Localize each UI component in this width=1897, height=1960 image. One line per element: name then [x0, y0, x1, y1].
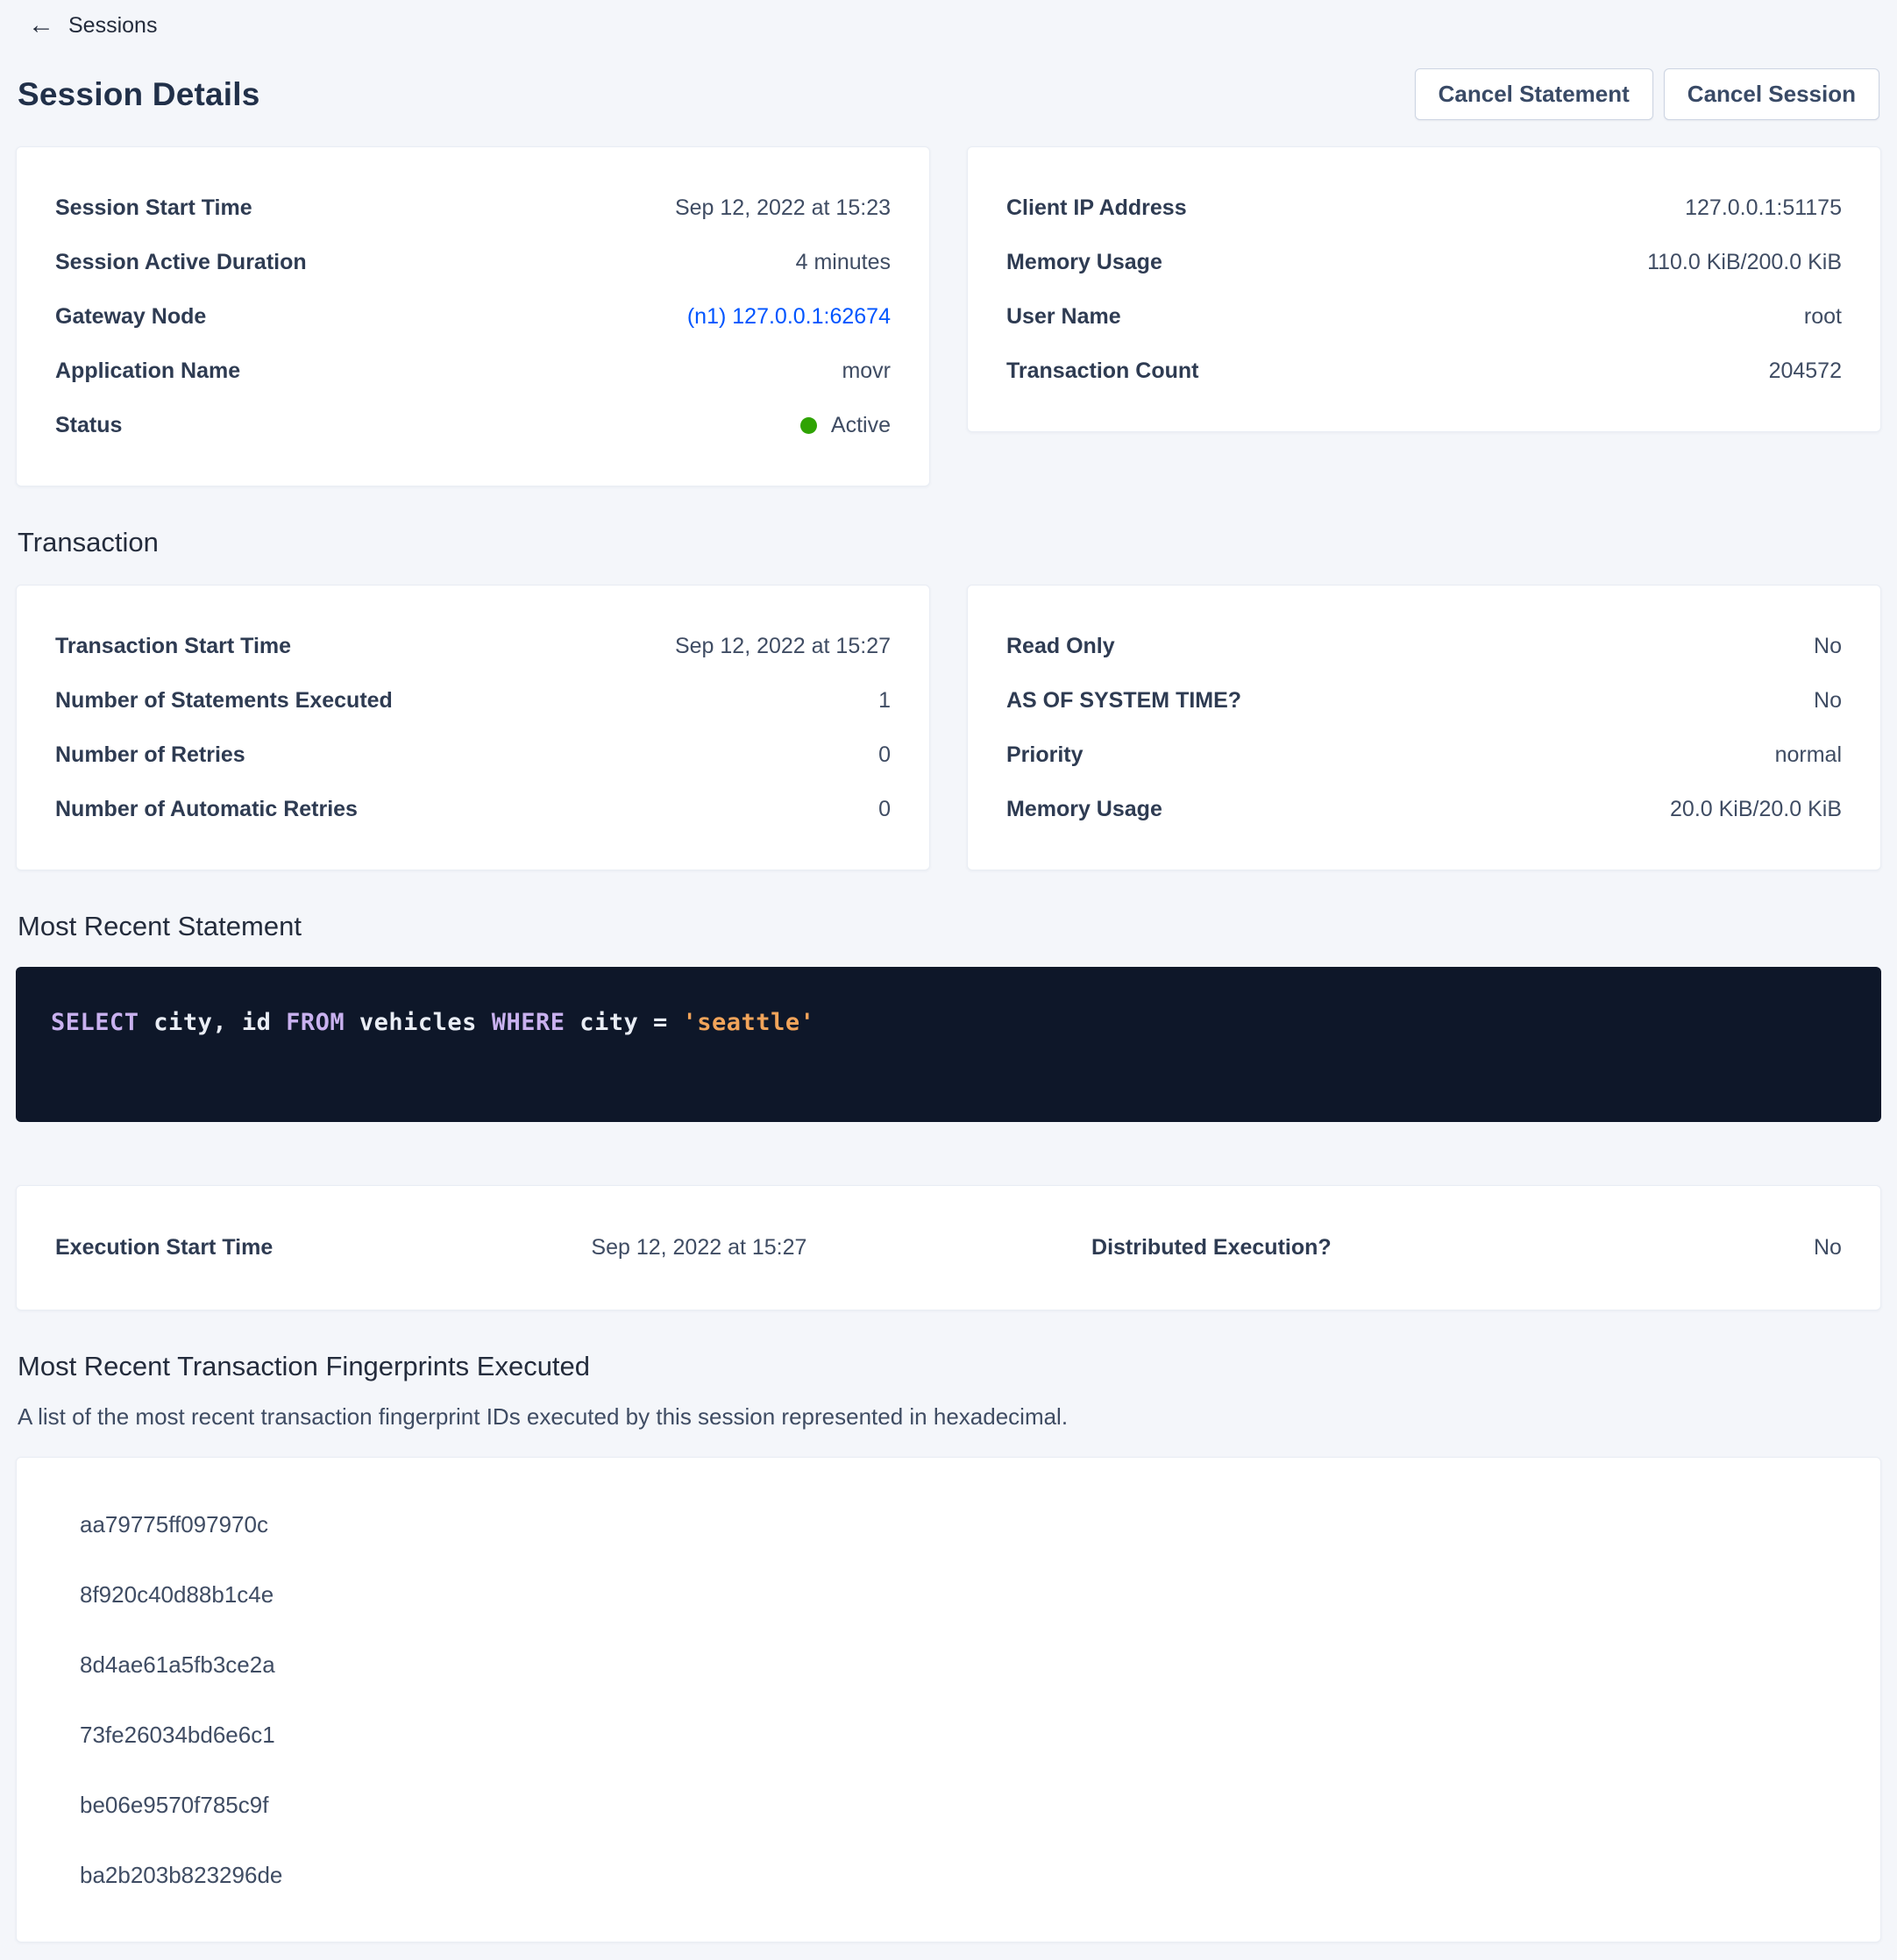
header-actions: Cancel Statement Cancel Session: [1415, 68, 1879, 120]
transaction-count-label: Transaction Count: [1006, 359, 1198, 384]
sql-keyword: SELECT: [51, 1009, 139, 1036]
session-summary-card-left: Session Start Time Sep 12, 2022 at 15:23…: [16, 146, 930, 486]
session-start-time-label: Session Start Time: [55, 195, 252, 221]
session-active-duration-label: Session Active Duration: [55, 250, 307, 275]
transaction-start-time-row: Transaction Start Time Sep 12, 2022 at 1…: [55, 619, 891, 673]
automatic-retries-label: Number of Automatic Retries: [55, 797, 358, 822]
client-ip-row: Client IP Address 127.0.0.1:51175: [1006, 181, 1842, 235]
sql-text: city =: [565, 1009, 682, 1036]
transaction-section-heading: Transaction: [16, 527, 1881, 558]
transaction-card-left: Transaction Start Time Sep 12, 2022 at 1…: [16, 585, 930, 870]
fingerprint-item: 8d4ae61a5fb3ce2a: [55, 1630, 1842, 1700]
user-name-label: User Name: [1006, 304, 1121, 330]
as-of-system-time-value: No: [1814, 688, 1842, 714]
session-summary-card-right: Client IP Address 127.0.0.1:51175 Memory…: [967, 146, 1881, 432]
transaction-cards: Transaction Start Time Sep 12, 2022 at 1…: [16, 585, 1881, 870]
status-value: Active: [800, 413, 891, 438]
as-of-system-time-label: AS OF SYSTEM TIME?: [1006, 688, 1241, 714]
statements-executed-row: Number of Statements Executed 1: [55, 673, 891, 728]
client-ip-label: Client IP Address: [1006, 195, 1187, 221]
execution-start-time-value: Sep 12, 2022 at 15:27: [591, 1235, 1091, 1261]
page-header: Session Details Cancel Statement Cancel …: [16, 68, 1881, 120]
back-arrow-icon[interactable]: ←: [28, 12, 54, 39]
distributed-execution-label: Distributed Execution?: [1091, 1235, 1520, 1261]
session-start-time-row: Session Start Time Sep 12, 2022 at 15:23: [55, 181, 891, 235]
statements-executed-label: Number of Statements Executed: [55, 688, 393, 714]
distributed-execution-value: No: [1520, 1235, 1842, 1261]
transaction-start-time-value: Sep 12, 2022 at 15:27: [675, 634, 891, 659]
fingerprint-item: 73fe26034bd6e6c1: [55, 1700, 1842, 1770]
gateway-node-link[interactable]: (n1) 127.0.0.1:62674: [687, 304, 891, 330]
txn-memory-usage-row: Memory Usage 20.0 KiB/20.0 KiB: [1006, 782, 1842, 836]
application-name-label: Application Name: [55, 359, 240, 384]
sql-statement-box: SELECT city, id FROM vehicles WHERE city…: [16, 967, 1881, 1122]
cancel-session-button[interactable]: Cancel Session: [1664, 68, 1879, 120]
as-of-system-time-row: AS OF SYSTEM TIME? No: [1006, 673, 1842, 728]
execution-start-time-label: Execution Start Time: [55, 1235, 591, 1261]
priority-value: normal: [1775, 742, 1842, 768]
txn-memory-usage-value: 20.0 KiB/20.0 KiB: [1670, 797, 1842, 822]
breadcrumb: ← Sessions: [16, 7, 1881, 44]
breadcrumb-sessions-link[interactable]: Sessions: [68, 13, 157, 39]
transaction-start-time-label: Transaction Start Time: [55, 634, 291, 659]
sql-keyword: WHERE: [492, 1009, 565, 1036]
status-row: Status Active: [55, 398, 891, 452]
read-only-value: No: [1814, 634, 1842, 659]
fingerprint-item: 8f920c40d88b1c4e: [55, 1559, 1842, 1630]
memory-usage-label: Memory Usage: [1006, 250, 1162, 275]
fingerprints-section-heading: Most Recent Transaction Fingerprints Exe…: [16, 1351, 1881, 1382]
fingerprints-section-description: A list of the most recent transaction fi…: [16, 1403, 1881, 1431]
fingerprint-item: ba2b203b823296de: [55, 1840, 1842, 1910]
number-of-retries-value: 0: [878, 742, 891, 768]
user-name-row: User Name root: [1006, 289, 1842, 344]
fingerprint-item: aa79775ff097970c: [55, 1489, 1842, 1559]
gateway-node-row: Gateway Node (n1) 127.0.0.1:62674: [55, 289, 891, 344]
page-title: Session Details: [18, 76, 260, 113]
session-active-duration-row: Session Active Duration 4 minutes: [55, 235, 891, 289]
txn-memory-usage-label: Memory Usage: [1006, 797, 1162, 822]
session-active-duration-value: 4 minutes: [796, 250, 891, 275]
execution-card: Execution Start Time Sep 12, 2022 at 15:…: [16, 1185, 1881, 1310]
priority-label: Priority: [1006, 742, 1083, 768]
automatic-retries-row: Number of Automatic Retries 0: [55, 782, 891, 836]
number-of-retries-label: Number of Retries: [55, 742, 245, 768]
application-name-value: movr: [842, 359, 891, 384]
client-ip-value: 127.0.0.1:51175: [1685, 195, 1842, 221]
status-active-dot-icon: [800, 417, 817, 434]
status-label: Status: [55, 413, 122, 438]
session-summary-cards: Session Start Time Sep 12, 2022 at 15:23…: [16, 146, 1881, 486]
fingerprints-card: aa79775ff097970c 8f920c40d88b1c4e 8d4ae6…: [16, 1457, 1881, 1942]
automatic-retries-value: 0: [878, 797, 891, 822]
statements-executed-value: 1: [878, 688, 891, 714]
session-start-time-value: Sep 12, 2022 at 15:23: [675, 195, 891, 221]
sql-text: city, id: [139, 1009, 287, 1036]
sql-string-literal: 'seattle': [683, 1009, 815, 1036]
status-text: Active: [831, 413, 891, 438]
transaction-card-right: Read Only No AS OF SYSTEM TIME? No Prior…: [967, 585, 1881, 870]
cancel-statement-button[interactable]: Cancel Statement: [1415, 68, 1653, 120]
gateway-node-label: Gateway Node: [55, 304, 206, 330]
read-only-label: Read Only: [1006, 634, 1115, 659]
transaction-count-row: Transaction Count 204572: [1006, 344, 1842, 398]
most-recent-statement-heading: Most Recent Statement: [16, 911, 1881, 942]
fingerprint-item: be06e9570f785c9f: [55, 1770, 1842, 1840]
read-only-row: Read Only No: [1006, 619, 1842, 673]
memory-usage-value: 110.0 KiB/200.0 KiB: [1647, 250, 1842, 275]
priority-row: Priority normal: [1006, 728, 1842, 782]
number-of-retries-row: Number of Retries 0: [55, 728, 891, 782]
application-name-row: Application Name movr: [55, 344, 891, 398]
sql-text: vehicles: [345, 1009, 492, 1036]
session-details-page: ← Sessions Session Details Cancel Statem…: [0, 0, 1897, 1960]
transaction-count-value: 204572: [1769, 359, 1842, 384]
user-name-value: root: [1804, 304, 1842, 330]
sql-keyword: FROM: [286, 1009, 345, 1036]
memory-usage-row: Memory Usage 110.0 KiB/200.0 KiB: [1006, 235, 1842, 289]
